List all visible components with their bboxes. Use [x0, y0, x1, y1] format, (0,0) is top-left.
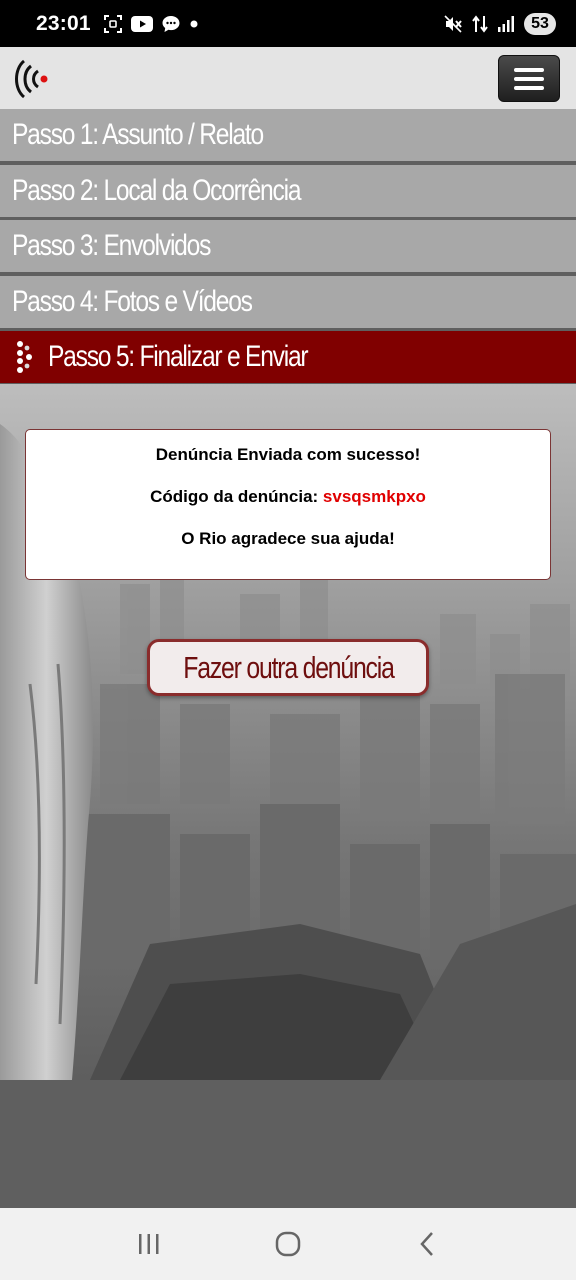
steps-list: Passo 1: Assunto / Relato Passo 2: Local… — [0, 109, 576, 383]
hamburger-menu-icon[interactable] — [498, 55, 560, 102]
data-arrows-icon — [472, 14, 488, 34]
step-5[interactable]: Passo 5: Finalizar e Enviar — [0, 331, 576, 383]
success-text: Denúncia Enviada com sucesso! — [155, 445, 421, 464]
another-report-button[interactable]: Fazer outra denúncia — [147, 639, 429, 696]
status-time: 23:01 — [36, 11, 91, 35]
step-2-label: Passo 2: Local da Ocorrência — [12, 173, 301, 207]
sound-waves-logo-icon — [12, 57, 52, 105]
code-label: Código da denúncia: — [150, 487, 319, 506]
signal-icon — [497, 15, 515, 33]
status-icons-right: 53 — [443, 12, 556, 35]
app-header — [0, 47, 576, 109]
step-3-label: Passo 3: Envolvidos — [12, 229, 211, 262]
step-5-label: Passo 5: Finalizar e Enviar — [48, 340, 309, 373]
step-2[interactable]: Passo 2: Local da Ocorrência — [0, 164, 576, 217]
step-1-label: Passo 1: Assunto / Relato — [12, 118, 264, 151]
success-message-card: Denúncia Enviada com sucesso! Código da … — [25, 429, 551, 580]
thanks-text: O Rio agradece sua ajuda! — [181, 529, 395, 548]
status-bar: 23:01 53 — [0, 0, 576, 47]
youtube-icon — [130, 15, 153, 32]
system-nav-bar — [0, 1208, 576, 1280]
screenshot-icon — [103, 14, 123, 34]
chat-icon — [161, 14, 181, 34]
another-report-label: Fazer outra denúncia — [182, 649, 395, 685]
step-4[interactable]: Passo 4: Fotos e Vídeos — [0, 275, 576, 328]
code-line: Código da denúncia: svsqsmkpxo — [26, 487, 550, 507]
battery-icon: 53 — [524, 12, 556, 35]
step-3[interactable]: Passo 3: Envolvidos — [0, 220, 576, 272]
mute-icon — [443, 14, 463, 34]
home-icon[interactable] — [258, 1214, 318, 1274]
dot-icon — [189, 19, 199, 29]
step-1[interactable]: Passo 1: Assunto / Relato — [0, 109, 576, 161]
back-icon[interactable] — [397, 1214, 457, 1274]
diamond-dots-icon — [17, 341, 32, 373]
recent-apps-icon[interactable] — [119, 1214, 179, 1274]
code-value: svsqsmkpxo — [322, 487, 426, 506]
status-icons-left — [103, 14, 199, 34]
step-4-label: Passo 4: Fotos e Vídeos — [12, 284, 253, 318]
